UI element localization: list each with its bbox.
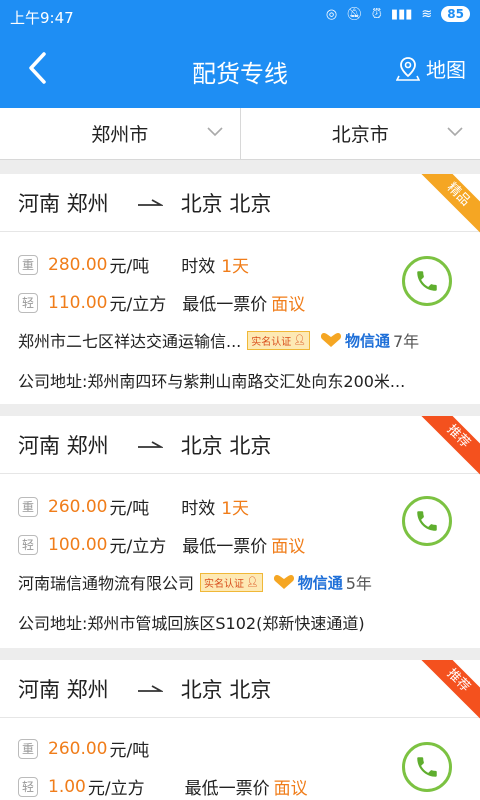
alarm-icon: ⏰︎ [371, 6, 382, 22]
company-address: 公司地址:郑州市管城回族区S102(郑新快速通道) [18, 614, 365, 633]
filter-bar: 郑州市 北京市 [0, 108, 480, 160]
chevron-down-icon [206, 127, 223, 137]
min-ticket-value: 面议 [271, 537, 306, 557]
light-price: 110.00 [48, 292, 108, 313]
light-tag: 轻 [18, 776, 38, 797]
route-destination: 北京 北京 [180, 433, 272, 458]
route-card[interactable]: 河南 郑州 北京 北京 精品 重 280.00 元/吨 时效 1天 轻 110.… [0, 174, 480, 404]
timeliness-label: 时效 [181, 499, 216, 519]
verified-badge: 实名认证 👤︎ [247, 330, 310, 350]
signal-icon: ▮▮▮ [390, 6, 413, 22]
phone-icon [417, 511, 437, 531]
xintong-years: 7年 [392, 332, 420, 351]
min-ticket-value: 面议 [273, 779, 308, 799]
xintong-badge: 物信通 7年 [320, 328, 419, 352]
status-icons: ◎ 🔕︎ ⏰︎ ▮▮▮ ≋ 85 [326, 6, 470, 22]
light-tag: 轻 [18, 292, 38, 313]
chevron-down-icon [447, 127, 463, 137]
light-tag: 轻 [18, 534, 38, 555]
min-ticket-label: 最低一票价 [182, 295, 268, 315]
app-bar: 配货专线 地图 [0, 32, 480, 108]
company-name: 郑州市二七区祥达交通运输信... [18, 332, 242, 351]
company-name: 河南瑞信通物流有限公司 [18, 574, 195, 593]
light-unit: 元/立方 [87, 779, 145, 799]
route-card[interactable]: 河南 郑州 北京 北京 推荐 重 260.00 元/吨 轻 1.00 元/立方 … [0, 660, 480, 800]
heavy-tag: 重 [18, 738, 38, 759]
call-button[interactable] [402, 742, 452, 792]
handshake-icon [320, 333, 342, 347]
xintong-label: 物信通 [344, 331, 390, 350]
min-ticket-label: 最低一票价 [182, 537, 268, 557]
mute-icon: 🔕︎ [346, 6, 363, 22]
company-row: 郑州市二七区祥达交通运输信... 实名认证 👤︎ 物信通 7年 [18, 328, 419, 352]
heavy-price: 260.00 [48, 738, 108, 759]
heavy-price-row: 重 260.00 元/吨 时效 1天 [18, 494, 249, 519]
route-header: 河南 郑州 北京 北京 [0, 174, 480, 232]
route-destination: 北京 北京 [180, 677, 272, 702]
map-pin-icon [396, 56, 420, 81]
map-label: 地图 [426, 58, 466, 82]
route-origin: 河南 郑州 [18, 677, 109, 702]
status-time: 上午9:47 [10, 9, 74, 27]
origin-city-label: 郑州市 [91, 124, 149, 146]
person-icon: 👤︎ [293, 334, 306, 346]
verified-label: 实名认证 [251, 336, 292, 348]
person-icon: 👤︎ [246, 576, 259, 588]
call-button[interactable] [402, 256, 452, 306]
heavy-tag: 重 [18, 496, 38, 517]
route-header: 河南 郑州 北京 北京 [0, 416, 480, 474]
timeliness-label: 时效 [181, 257, 216, 277]
light-price: 1.00 [48, 776, 86, 797]
route-origin: 河南 郑州 [18, 191, 109, 216]
destination-city-select[interactable]: 北京市 [239, 108, 480, 159]
phone-icon [417, 757, 437, 777]
min-ticket-label: 最低一票价 [184, 779, 270, 799]
timeliness-value: 1天 [221, 257, 250, 277]
verified-label: 实名认证 [204, 578, 245, 590]
light-price-row: 轻 100.00 元/立方 最低一票价 面议 [18, 532, 305, 557]
heavy-unit: 元/吨 [109, 499, 150, 519]
light-price: 100.00 [48, 534, 108, 555]
heavy-tag: 重 [18, 254, 38, 275]
arrow-right-icon [137, 684, 163, 692]
heavy-unit: 元/吨 [109, 257, 150, 277]
location-icon: ◎ [325, 6, 338, 22]
timeliness-value: 1天 [221, 499, 250, 519]
xintong-label: 物信通 [297, 573, 343, 592]
light-price-row: 轻 110.00 元/立方 最低一票价 面议 [18, 290, 305, 315]
light-unit: 元/立方 [109, 295, 167, 315]
heavy-unit: 元/吨 [109, 741, 150, 761]
origin-city-select[interactable]: 郑州市 [0, 108, 240, 159]
route-header: 河南 郑州 北京 北京 [0, 660, 480, 718]
xintong-badge: 物信通 5年 [273, 570, 372, 594]
light-unit: 元/立方 [109, 537, 167, 557]
call-button[interactable] [402, 496, 452, 546]
route-destination: 北京 北京 [180, 191, 272, 216]
xintong-years: 5年 [345, 574, 372, 593]
battery-icon: 85 [441, 6, 470, 22]
heavy-price: 260.00 [48, 496, 108, 517]
handshake-icon [273, 575, 294, 589]
company-address: 公司地址:郑州南四环与紫荆山南路交汇处向东200米... [18, 372, 406, 391]
destination-city-label: 北京市 [331, 124, 389, 146]
arrow-right-icon [137, 198, 163, 206]
route-origin: 河南 郑州 [18, 433, 109, 458]
verified-badge: 实名认证 👤︎ [200, 572, 263, 592]
company-row: 河南瑞信通物流有限公司 实名认证 👤︎ 物信通 5年 [18, 570, 372, 594]
phone-icon [417, 271, 437, 291]
heavy-price-row: 重 280.00 元/吨 时效 1天 [18, 252, 249, 277]
heavy-price-row: 重 260.00 元/吨 [18, 736, 149, 761]
min-ticket-value: 面议 [271, 295, 306, 315]
heavy-price: 280.00 [48, 254, 108, 275]
map-button[interactable]: 地图 [396, 54, 466, 83]
light-price-row: 轻 1.00 元/立方 最低一票价 面议 [18, 774, 308, 799]
arrow-right-icon [137, 440, 163, 448]
wifi-icon: ≋ [421, 6, 433, 22]
status-bar: 上午9:47 ◎ 🔕︎ ⏰︎ ▮▮▮ ≋ 85 [0, 0, 480, 32]
route-card[interactable]: 河南 郑州 北京 北京 推荐 重 260.00 元/吨 时效 1天 轻 100.… [0, 416, 480, 648]
